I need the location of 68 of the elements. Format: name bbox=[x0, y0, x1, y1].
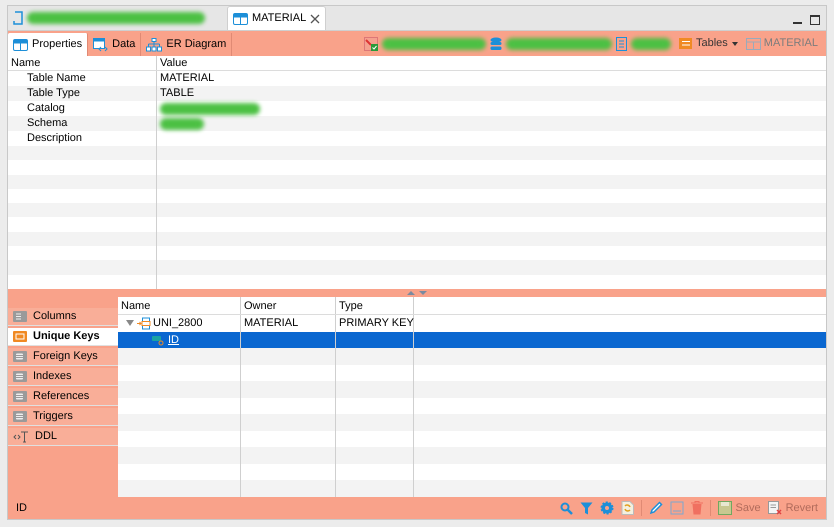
tab-label: Triggers bbox=[33, 409, 73, 424]
tab-label: Columns bbox=[33, 309, 76, 324]
table-icon bbox=[13, 38, 28, 50]
unique-key-icon bbox=[137, 316, 151, 330]
column-header[interactable]: Value bbox=[157, 56, 826, 70]
columns-icon bbox=[13, 311, 27, 322]
property-value: TABLE bbox=[160, 86, 194, 101]
column-header[interactable]: Name bbox=[8, 56, 157, 70]
pencil-icon[interactable] bbox=[648, 501, 663, 515]
view-tab[interactable]: ER Diagram bbox=[141, 33, 232, 56]
expand-triangle-icon[interactable] bbox=[126, 320, 134, 326]
tab-label: Indexes bbox=[33, 369, 72, 384]
list-icon bbox=[679, 38, 692, 49]
view-tab[interactable]: Data bbox=[88, 33, 142, 56]
search-icon[interactable] bbox=[560, 502, 573, 514]
column-header[interactable]: Type bbox=[336, 297, 414, 314]
tab-label: ER Diagram bbox=[166, 37, 226, 52]
side-tab[interactable]: Columns bbox=[8, 308, 118, 326]
key-name: ID bbox=[168, 332, 179, 348]
tables-menu-button[interactable]: Tables bbox=[679, 35, 738, 52]
filter-icon[interactable] bbox=[580, 502, 593, 514]
side-tab[interactable]: Indexes bbox=[8, 368, 118, 386]
side-tab[interactable]: Foreign Keys bbox=[8, 348, 118, 366]
tab-label: Properties bbox=[32, 37, 82, 52]
maximize-button[interactable] bbox=[810, 15, 820, 25]
side-tab[interactable]: References bbox=[8, 388, 118, 406]
database-folder-icon bbox=[13, 351, 27, 362]
code-text-icon bbox=[13, 430, 29, 442]
database-folder-icon bbox=[13, 371, 27, 382]
column-header[interactable]: Name bbox=[118, 297, 241, 314]
document-refresh-icon[interactable] bbox=[620, 501, 634, 515]
redacted-text-mark bbox=[631, 38, 671, 50]
tab-label: References bbox=[33, 389, 90, 404]
trash-icon[interactable] bbox=[690, 501, 703, 515]
status-text: ID bbox=[16, 500, 27, 516]
table-icon bbox=[233, 12, 248, 24]
side-tab[interactable]: Unique Keys bbox=[8, 328, 118, 346]
expand-down-icon[interactable] bbox=[419, 291, 427, 295]
table-row[interactable]: ID bbox=[118, 332, 826, 348]
tab-label: Data bbox=[112, 37, 136, 52]
collapse-up-icon[interactable] bbox=[407, 291, 415, 295]
tab-label: DDL bbox=[35, 429, 58, 444]
table-code-icon bbox=[93, 38, 108, 52]
view-tab[interactable]: Properties bbox=[8, 33, 88, 56]
database-icon bbox=[490, 36, 502, 50]
database-folder-icon bbox=[13, 411, 27, 422]
column-header[interactable]: Owner bbox=[241, 297, 336, 314]
key-folder-icon bbox=[13, 331, 27, 342]
tab-label: Unique Keys bbox=[33, 329, 100, 344]
splitter-bar[interactable] bbox=[8, 289, 826, 297]
object-icon[interactable] bbox=[670, 501, 684, 515]
dropdown-caret-icon bbox=[732, 42, 738, 46]
connection-icon bbox=[364, 36, 378, 50]
database-folder-icon bbox=[13, 391, 27, 402]
editor-tab[interactable]: MATERIAL bbox=[227, 6, 326, 30]
key-name: UNI_2800 bbox=[153, 316, 203, 332]
settings-icon[interactable] bbox=[600, 501, 614, 515]
hierarchy-icon bbox=[146, 38, 162, 52]
tab-label: Foreign Keys bbox=[33, 349, 98, 364]
close-icon[interactable] bbox=[310, 14, 320, 24]
property-value: MATERIAL bbox=[160, 71, 214, 86]
tab-label: MATERIAL bbox=[252, 11, 306, 26]
side-tab[interactable]: DDL bbox=[8, 428, 118, 446]
document-cancel-icon bbox=[768, 501, 782, 515]
table-icon bbox=[746, 38, 761, 50]
document-list-icon bbox=[616, 36, 627, 50]
minimize-button[interactable] bbox=[793, 22, 802, 24]
side-tab[interactable]: Triggers bbox=[8, 408, 118, 426]
